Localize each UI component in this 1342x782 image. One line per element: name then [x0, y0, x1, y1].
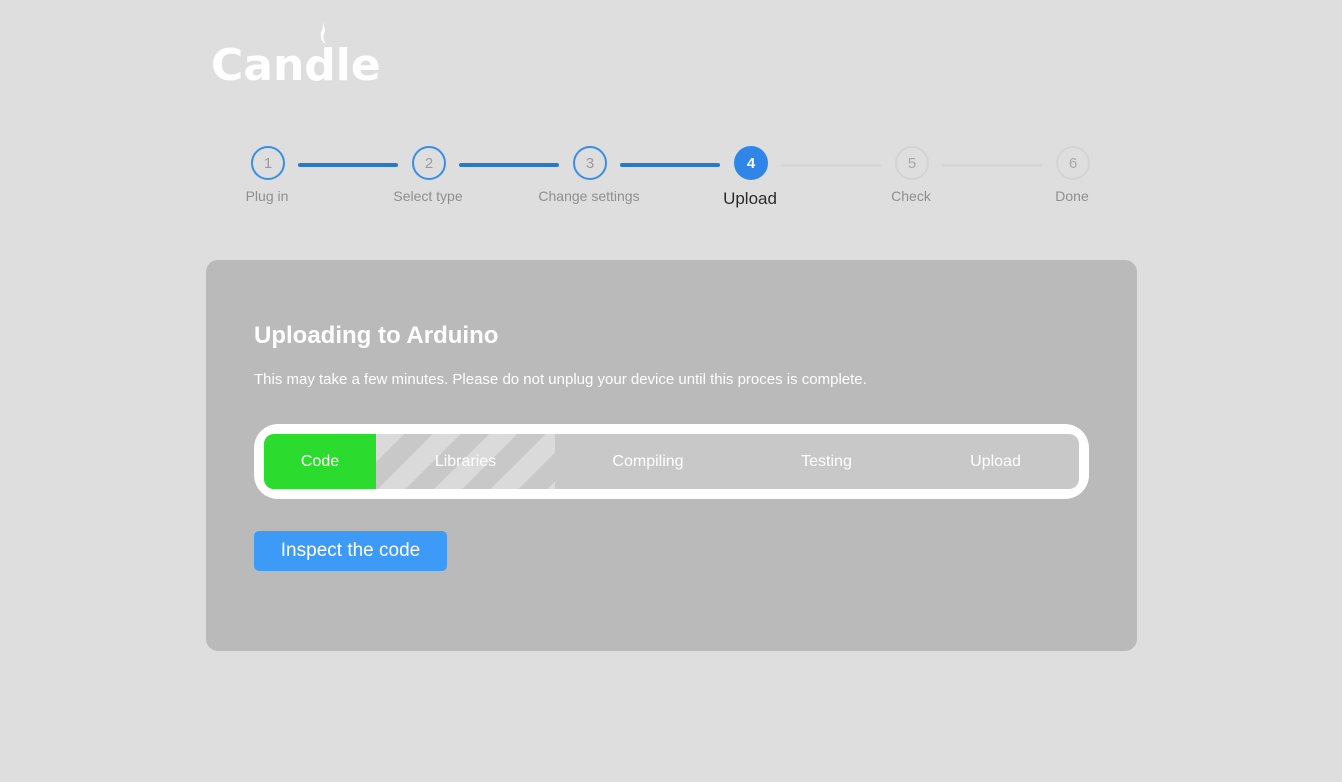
step-3-circle[interactable]: 3: [573, 146, 607, 180]
step-6-circle: 6: [1056, 146, 1090, 180]
step-5-circle: 5: [895, 146, 929, 180]
step-4-circle[interactable]: 4: [734, 146, 768, 180]
step-3-label: Change settings: [538, 188, 640, 204]
step-6-label: Done: [1055, 188, 1089, 204]
stage-libraries: Libraries: [376, 434, 555, 489]
stage-upload: Upload: [970, 452, 1021, 470]
step-1-label: Plug in: [245, 188, 289, 204]
step-5-label: Check: [891, 188, 931, 204]
step-connector: [942, 164, 1042, 167]
progress-stepper: 1 2 3 4 5 6 Plug in Select type Change s…: [0, 0, 1342, 230]
page: Candle 1 2 3 4 5 6 Plug in Select type C…: [0, 0, 1342, 782]
card-description: This may take a few minutes. Please do n…: [254, 371, 867, 388]
step-2-circle[interactable]: 2: [412, 146, 446, 180]
pipeline-track: Code Libraries Compiling Testing Upload: [264, 434, 1079, 489]
step-connector: [781, 164, 881, 167]
upload-card: Uploading to Arduino This may take a few…: [206, 260, 1137, 651]
stage-compiling: Compiling: [612, 452, 684, 470]
step-4-label: Upload: [723, 189, 777, 208]
step-connector: [620, 163, 720, 167]
inspect-code-button[interactable]: Inspect the code: [254, 531, 447, 571]
stage-testing: Testing: [801, 452, 852, 470]
upload-pipeline: Code Libraries Compiling Testing Upload: [254, 424, 1089, 499]
stage-code: Code: [264, 434, 376, 489]
step-connector: [298, 163, 398, 167]
card-title: Uploading to Arduino: [254, 322, 499, 349]
step-connector: [459, 163, 559, 167]
step-2-label: Select type: [393, 188, 463, 204]
step-1-circle[interactable]: 1: [251, 146, 285, 180]
